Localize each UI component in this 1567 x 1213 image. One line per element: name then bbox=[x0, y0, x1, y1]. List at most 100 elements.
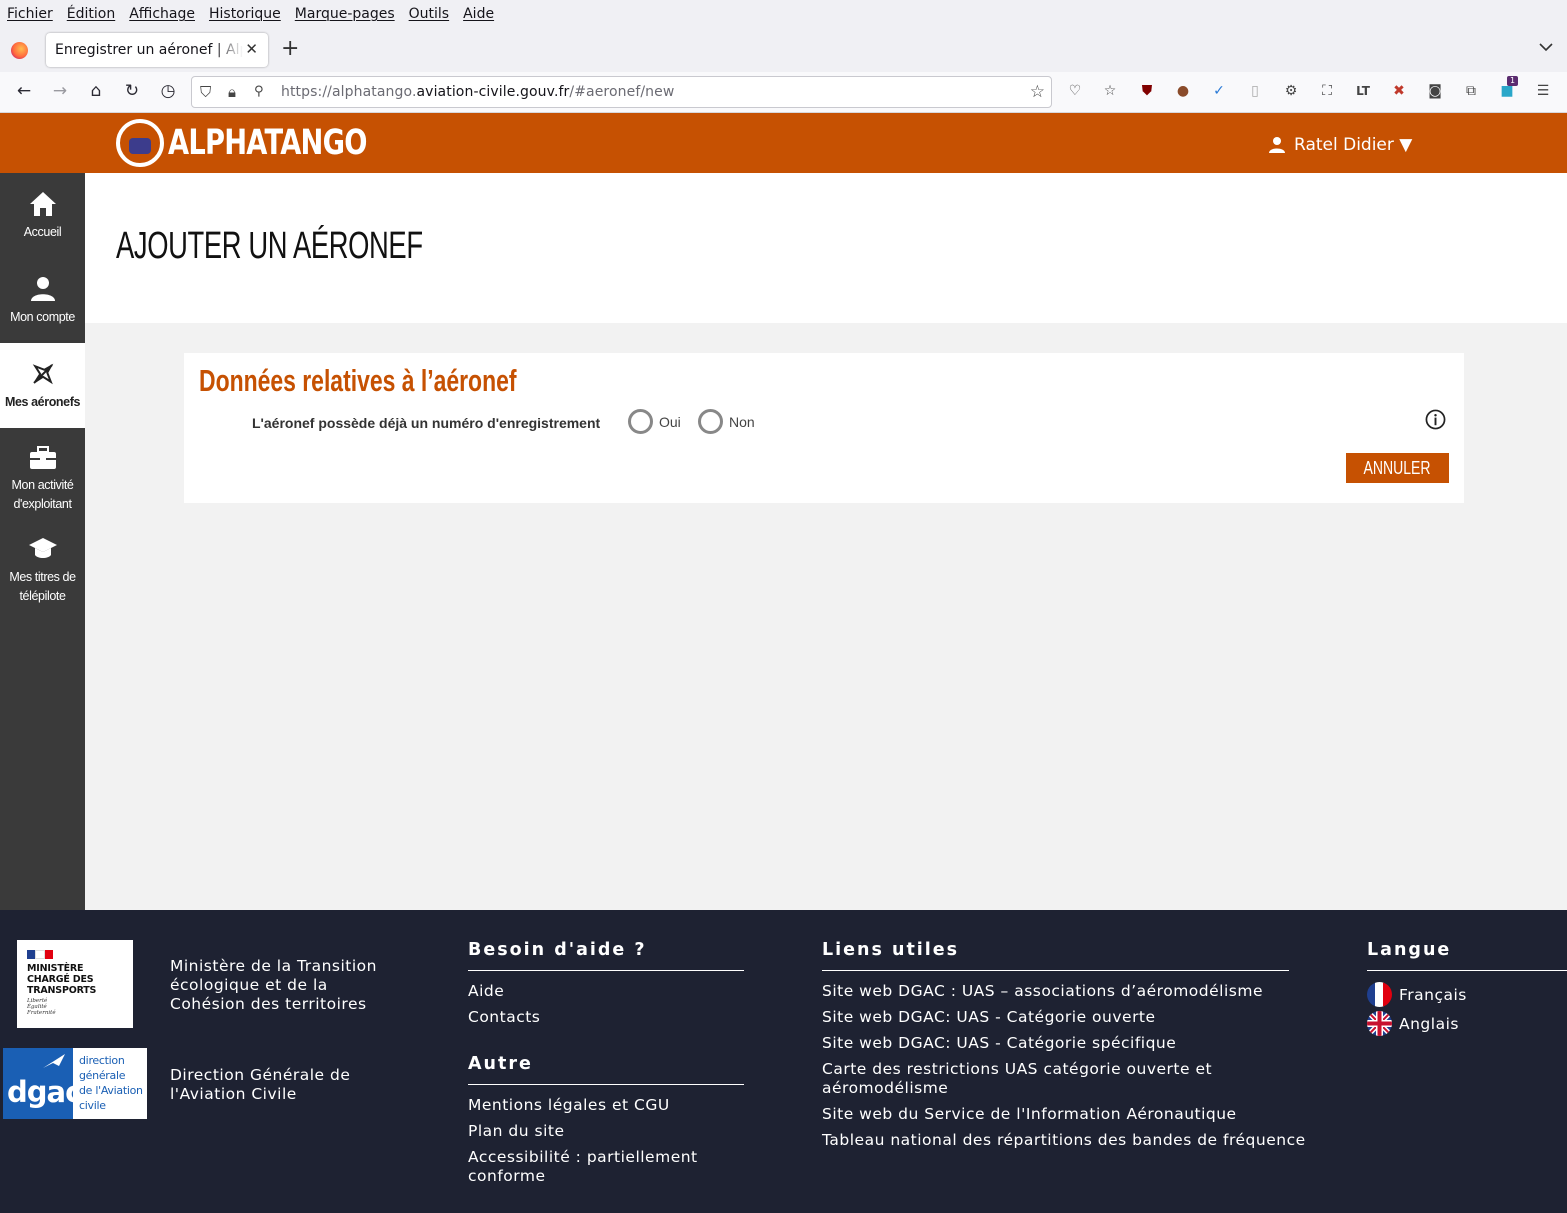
browser-navbar: ← → ⌂ ↻ ◷ ⛉ 🔒︎ ⚲ https://alphatango.avia… bbox=[0, 72, 1567, 113]
notification-extension-icon[interactable]: ■ 1 bbox=[1498, 76, 1519, 100]
other-heading: Autre bbox=[468, 1054, 744, 1085]
history-icon[interactable]: ◷ bbox=[158, 81, 178, 101]
tab-title: Enregistrer un aéronef | AlphaTango bbox=[55, 42, 243, 58]
cross-extension-icon[interactable]: ✖ bbox=[1390, 82, 1408, 100]
main-content: Données relatives à l’aéronef L'aéronef … bbox=[85, 323, 1567, 910]
ministry-logo[interactable]: MINISTÈRE CHARGÉ DES TRANSPORTS Liberté … bbox=[17, 940, 133, 1028]
radio-circle[interactable] bbox=[698, 409, 723, 434]
footer-link-sia[interactable]: Site web du Service de l'Information Aér… bbox=[822, 1105, 1237, 1124]
browser-tabbar: Enregistrer un aéronef | AlphaTango ✕ + bbox=[0, 28, 1567, 72]
extension-badge: 1 bbox=[1507, 76, 1519, 86]
languagetool-icon[interactable]: LT bbox=[1354, 82, 1372, 100]
url-text[interactable]: https://alphatango.aviation-civile.gouv.… bbox=[281, 84, 674, 100]
settings-extension-icon[interactable]: ⚙ bbox=[1282, 82, 1300, 100]
sidebar-item-label: Mon compte bbox=[10, 310, 75, 324]
user-menu[interactable]: Ratel Didier ▼ bbox=[1268, 135, 1412, 155]
footer-link-mentions[interactable]: Mentions légales et CGU bbox=[468, 1096, 670, 1115]
cancel-button-label: ANNULER bbox=[1363, 457, 1432, 478]
menu-aide[interactable]: Aide bbox=[463, 6, 494, 22]
sidebar-item-activite[interactable]: Mon activité d'exploitant bbox=[0, 428, 85, 523]
ministry-logo-text: MINISTÈRE CHARGÉ DES TRANSPORTS bbox=[27, 963, 97, 996]
bookmark-star-icon[interactable]: ☆ bbox=[1030, 82, 1045, 102]
sidebar-item-titres-telepilote[interactable]: Mes titres de télépilote bbox=[0, 518, 85, 613]
language-label: Anglais bbox=[1399, 1014, 1459, 1033]
radio-label: Oui bbox=[659, 413, 681, 430]
footer-link-carte-restrictions[interactable]: Carte des restrictions UAS catégorie ouv… bbox=[822, 1060, 1212, 1098]
sidebar-item-mes-aeronefs[interactable]: Mes aéronefs bbox=[0, 343, 85, 428]
lock-icon[interactable]: 🔒︎ bbox=[228, 83, 236, 101]
info-icon[interactable] bbox=[1425, 409, 1446, 430]
shield-icon[interactable]: ⛉ bbox=[200, 83, 211, 101]
grammar-check-icon[interactable]: ✓ bbox=[1210, 82, 1228, 100]
footer-link-contacts[interactable]: Contacts bbox=[468, 1008, 540, 1027]
pocket-icon[interactable]: ♡ bbox=[1066, 82, 1084, 100]
footer-link-frequences[interactable]: Tableau national des répartitions des ba… bbox=[822, 1131, 1306, 1150]
menu-edition[interactable]: Édition bbox=[67, 6, 115, 22]
menu-affichage[interactable]: Affichage bbox=[129, 6, 195, 22]
browser-tab-active[interactable]: Enregistrer un aéronef | AlphaTango ✕ bbox=[46, 33, 268, 67]
url-bar[interactable]: ⛉ 🔒︎ ⚲ https://alphatango.aviation-civil… bbox=[191, 76, 1052, 108]
hamburger-menu-icon[interactable]: ☰ bbox=[1534, 82, 1552, 100]
forward-icon[interactable]: → bbox=[50, 81, 70, 101]
footer-link-aide[interactable]: Aide bbox=[468, 982, 504, 1001]
alphatango-logo[interactable]: ALPHATANGO bbox=[116, 117, 423, 169]
menu-marque-pages[interactable]: Marque-pages bbox=[295, 6, 395, 22]
home-icon[interactable]: ⌂ bbox=[86, 81, 106, 101]
app-header: ALPHATANGO Ratel Didier ▼ bbox=[0, 113, 1567, 173]
tab-close-icon[interactable]: ✕ bbox=[245, 40, 258, 58]
footer-link-uas-specifique[interactable]: Site web DGAC: UAS - Catégorie spécifiqu… bbox=[822, 1034, 1176, 1053]
ministry-motto: Liberté Égalité Fraternité bbox=[27, 998, 56, 1016]
browser-menubar: Fichier Édition Affichage Historique Mar… bbox=[0, 0, 1567, 28]
dgac-logo-mark: dgac bbox=[3, 1048, 82, 1119]
useful-links-heading: Liens utiles bbox=[822, 940, 1289, 971]
sidebar-item-label-line2: d'exploitant bbox=[13, 497, 72, 511]
page-title: AJOUTER UN AÉRONEF bbox=[116, 225, 423, 267]
firefox-icon[interactable] bbox=[11, 42, 28, 59]
screenshot-icon[interactable]: ◙ bbox=[1426, 82, 1444, 100]
permissions-icon[interactable]: ⚲ bbox=[254, 84, 264, 99]
ublock-icon[interactable]: ⛊ bbox=[1138, 82, 1156, 100]
sidebar-item-mon-compte[interactable]: Mon compte bbox=[0, 258, 85, 343]
language-francais[interactable]: Français bbox=[1367, 982, 1467, 1007]
footer-link-plan[interactable]: Plan du site bbox=[468, 1122, 565, 1141]
menu-fichier[interactable]: Fichier bbox=[7, 6, 53, 22]
language-heading: Langue bbox=[1367, 940, 1567, 971]
extensions-icon[interactable]: ⧉ bbox=[1462, 82, 1480, 100]
card-title: Données relatives à l’aéronef bbox=[199, 363, 517, 398]
language-anglais[interactable]: Anglais bbox=[1367, 1011, 1459, 1036]
sidebar-item-label: Mes titres de bbox=[9, 570, 76, 584]
dgac-logo-text: dgac bbox=[7, 1075, 82, 1109]
language-label: Français bbox=[1399, 985, 1467, 1004]
home-icon bbox=[29, 192, 56, 216]
registration-question: L'aéronef possède déjà un numéro d'enreg… bbox=[252, 415, 601, 431]
sidebar: Accueil Mon compte Mes aéronefs Mon acti… bbox=[0, 173, 85, 910]
aircraft-data-card: Données relatives à l’aéronef L'aéronef … bbox=[184, 353, 1464, 503]
dgac-logo[interactable]: dgac direction générale de l'Aviation ci… bbox=[3, 1048, 147, 1119]
plane-icon bbox=[43, 1054, 65, 1068]
aircraft-icon bbox=[32, 363, 53, 385]
device-icon[interactable]: ▯ bbox=[1246, 82, 1264, 100]
radio-non[interactable]: Non bbox=[698, 409, 755, 434]
radio-oui[interactable]: Oui bbox=[628, 409, 681, 434]
user-icon bbox=[30, 277, 55, 301]
reload-icon[interactable]: ↻ bbox=[122, 81, 142, 101]
footer-link-accessibilite[interactable]: Accessibilité : partiellement conforme bbox=[468, 1148, 698, 1186]
radio-label: Non bbox=[729, 413, 755, 430]
menu-outils[interactable]: Outils bbox=[409, 6, 449, 22]
cancel-button[interactable]: ANNULER bbox=[1346, 453, 1449, 483]
cookie-icon[interactable]: ● bbox=[1174, 82, 1192, 100]
sidebar-item-label: Accueil bbox=[23, 225, 62, 239]
footer-link-uas-ouverte[interactable]: Site web DGAC: UAS - Catégorie ouverte bbox=[822, 1008, 1156, 1027]
radio-circle[interactable] bbox=[628, 409, 653, 434]
drone-logo-icon bbox=[116, 119, 164, 167]
sidebar-item-label: Mes aéronefs bbox=[4, 395, 81, 409]
new-tab-icon[interactable]: + bbox=[281, 38, 299, 60]
menu-historique[interactable]: Historique bbox=[209, 6, 281, 22]
bookmarks-icon[interactable]: ☆ bbox=[1101, 82, 1119, 100]
back-icon[interactable]: ← bbox=[14, 81, 34, 101]
french-flag-icon bbox=[1367, 982, 1392, 1007]
footer-link-uas-associations[interactable]: Site web DGAC : UAS – associations d’aér… bbox=[822, 982, 1263, 1001]
chevron-down-icon[interactable] bbox=[1539, 40, 1553, 56]
crop-icon[interactable]: ⛶ bbox=[1318, 82, 1336, 100]
sidebar-item-accueil[interactable]: Accueil bbox=[0, 173, 85, 258]
